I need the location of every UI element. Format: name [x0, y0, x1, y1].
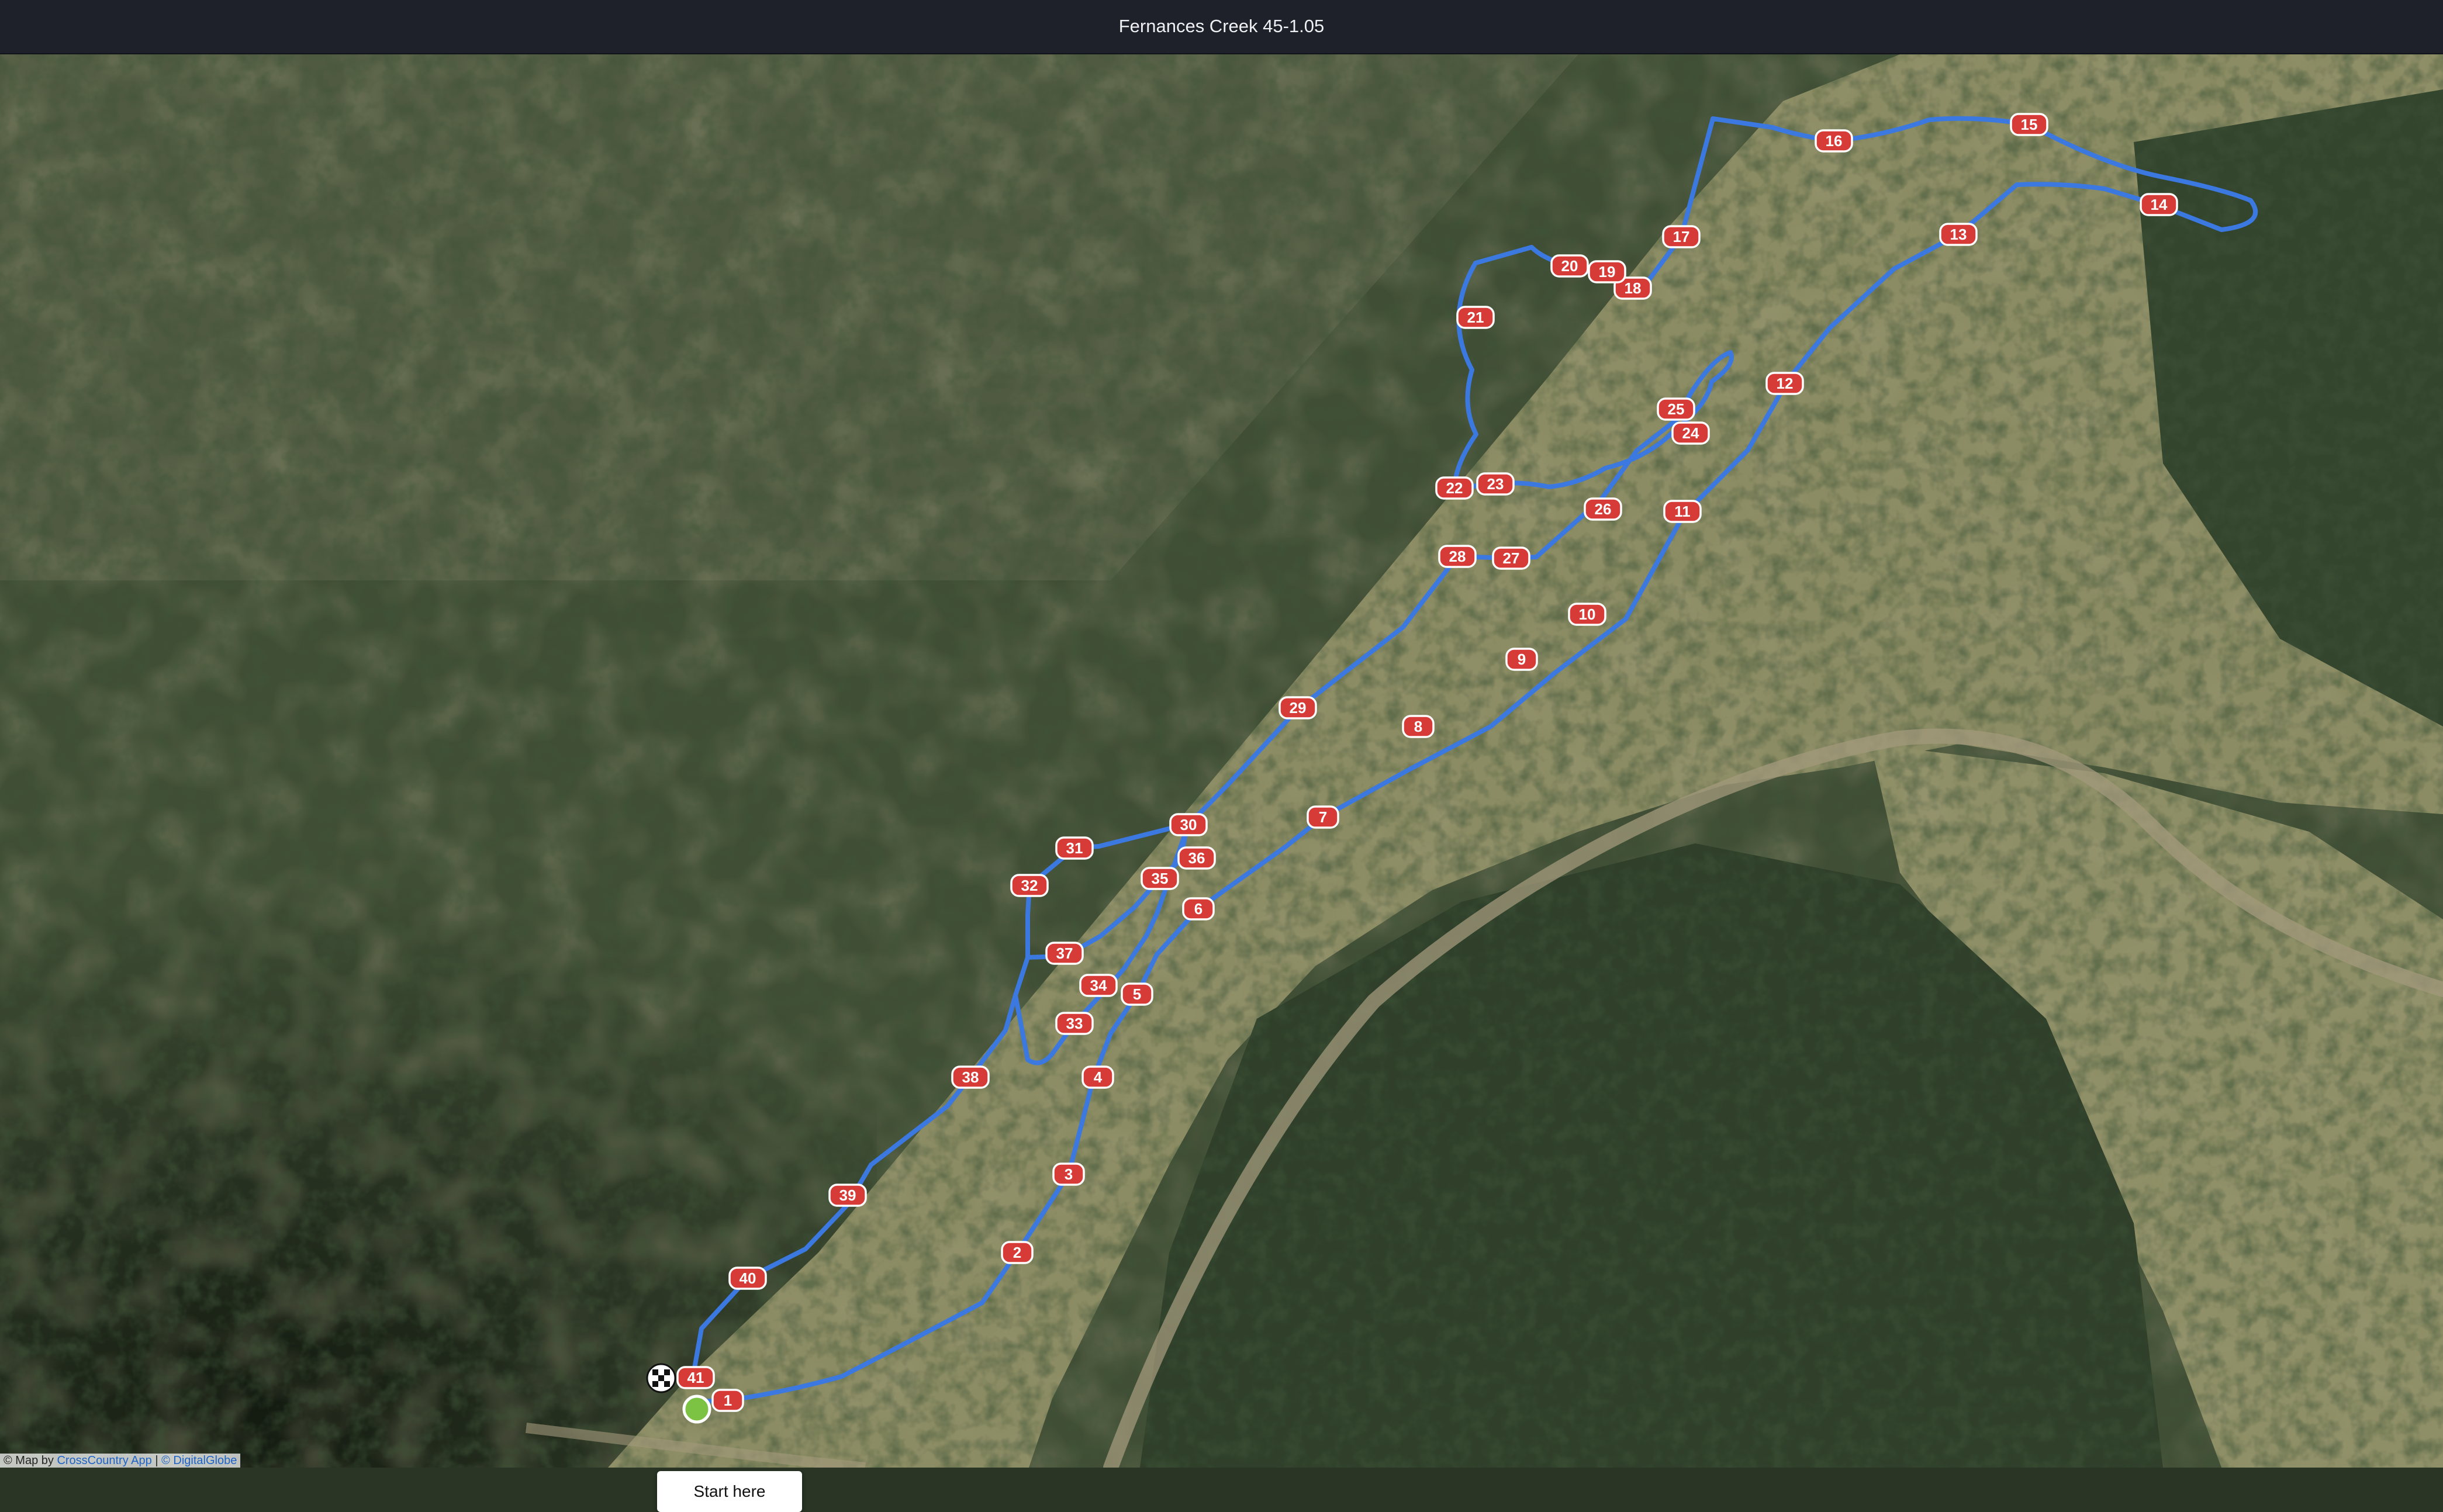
control-marker-label: 22: [1446, 479, 1463, 497]
satellite-map[interactable]: 1 2 3 4 5 6 7 8 9 10 11 12 13 14 15 16 17 18 19 20 21 22 23 24 2…: [0, 54, 2443, 1512]
control-marker-26[interactable]: 26: [1584, 497, 1622, 521]
control-marker-label: 36: [1188, 849, 1205, 867]
control-marker-1[interactable]: 1: [711, 1389, 744, 1412]
control-marker-label: 39: [839, 1186, 856, 1204]
control-marker-33[interactable]: 33: [1055, 1012, 1094, 1035]
control-marker-24[interactable]: 24: [1671, 421, 1710, 445]
control-marker-label: 27: [1503, 549, 1520, 567]
control-marker-7[interactable]: 7: [1307, 805, 1339, 829]
control-marker-22[interactable]: 22: [1435, 476, 1474, 500]
control-marker-label: 7: [1319, 808, 1327, 826]
control-marker-label: 1: [724, 1392, 732, 1409]
start-dot[interactable]: [682, 1395, 711, 1424]
control-marker-20[interactable]: 20: [1550, 254, 1589, 278]
control-marker-3[interactable]: 3: [1052, 1162, 1085, 1186]
control-marker-label: 15: [2021, 116, 2038, 133]
control-marker-label: 35: [1152, 870, 1169, 887]
control-marker-label: 33: [1066, 1015, 1083, 1032]
control-marker-label: 4: [1094, 1068, 1103, 1086]
control-marker-8[interactable]: 8: [1402, 715, 1435, 738]
control-marker-21[interactable]: 21: [1456, 306, 1495, 329]
control-marker-6[interactable]: 6: [1182, 897, 1215, 921]
control-marker-23[interactable]: 23: [1476, 472, 1515, 496]
page-title: Fernances Creek 45-1.05: [1118, 16, 1325, 36]
control-marker-label: 20: [1561, 257, 1578, 275]
digitalglobe-link[interactable]: © DigitalGlobe: [161, 1454, 237, 1467]
control-marker-11[interactable]: 11: [1663, 500, 1702, 523]
control-marker-label: 29: [1290, 699, 1307, 717]
attribution-separator: |: [155, 1454, 158, 1467]
control-marker-label: 23: [1487, 475, 1504, 493]
control-marker-2[interactable]: 2: [1001, 1241, 1034, 1264]
control-marker-label: 24: [1682, 424, 1699, 442]
control-marker-label: 14: [2151, 196, 2168, 213]
control-marker-41[interactable]: 41: [676, 1366, 715, 1389]
control-marker-label: 41: [687, 1369, 704, 1386]
checkered-flag-icon[interactable]: [646, 1363, 676, 1393]
control-marker-label: 13: [1950, 226, 1967, 243]
control-marker-label: 5: [1133, 985, 1141, 1003]
start-here-button[interactable]: Start here: [657, 1471, 802, 1512]
control-marker-12[interactable]: 12: [1765, 372, 1804, 395]
map-attribution: © Map by CrossCountry App | © DigitalGlo…: [0, 1454, 241, 1468]
control-marker-14[interactable]: 14: [2140, 193, 2178, 216]
control-marker-40[interactable]: 40: [728, 1267, 767, 1290]
control-marker-34[interactable]: 34: [1079, 974, 1118, 997]
control-marker-10[interactable]: 10: [1568, 603, 1606, 626]
control-marker-32[interactable]: 32: [1010, 874, 1049, 897]
attribution-prefix: © Map by: [4, 1454, 54, 1467]
control-marker-label: 10: [1579, 606, 1596, 623]
control-marker-27[interactable]: 27: [1492, 546, 1530, 570]
control-marker-label: 25: [1668, 400, 1685, 418]
control-marker-25[interactable]: 25: [1657, 397, 1695, 421]
control-marker-35[interactable]: 35: [1141, 867, 1179, 890]
control-marker-label: 30: [1180, 816, 1197, 833]
control-marker-13[interactable]: 13: [1939, 223, 1978, 246]
control-marker-label: 18: [1625, 279, 1642, 297]
control-marker-label: 2: [1013, 1244, 1021, 1261]
control-marker-label: 17: [1673, 228, 1690, 245]
control-marker-label: 31: [1066, 839, 1083, 857]
control-marker-37[interactable]: 37: [1045, 942, 1084, 965]
control-marker-label: 34: [1090, 977, 1107, 994]
control-marker-38[interactable]: 38: [951, 1065, 990, 1089]
control-marker-9[interactable]: 9: [1505, 648, 1538, 671]
control-marker-label: 11: [1674, 503, 1691, 520]
control-marker-label: 9: [1518, 651, 1526, 668]
control-marker-39[interactable]: 39: [828, 1184, 867, 1207]
control-marker-label: 6: [1194, 900, 1203, 918]
control-marker-label: 38: [962, 1068, 979, 1086]
control-marker-5[interactable]: 5: [1121, 982, 1153, 1006]
control-marker-label: 26: [1595, 500, 1612, 518]
control-marker-29[interactable]: 29: [1278, 696, 1317, 719]
control-marker-16[interactable]: 16: [1815, 129, 1853, 153]
control-marker-31[interactable]: 31: [1055, 836, 1094, 860]
control-marker-label: 32: [1021, 877, 1038, 894]
title-bar: Fernances Creek 45-1.05: [0, 0, 2443, 54]
control-marker-17[interactable]: 17: [1662, 225, 1701, 248]
crosscountry-app-link[interactable]: CrossCountry App: [57, 1454, 151, 1467]
control-marker-36[interactable]: 36: [1177, 846, 1216, 870]
control-marker-label: 21: [1467, 309, 1484, 326]
control-marker-28[interactable]: 28: [1438, 545, 1477, 568]
control-marker-19[interactable]: 19: [1588, 260, 1626, 283]
control-marker-label: 37: [1056, 944, 1073, 962]
control-marker-label: 16: [1826, 132, 1843, 150]
control-marker-4[interactable]: 4: [1081, 1065, 1114, 1089]
control-marker-30[interactable]: 30: [1169, 813, 1208, 836]
control-marker-label: 19: [1599, 263, 1616, 281]
control-marker-15[interactable]: 15: [2010, 113, 2048, 136]
control-marker-label: 3: [1065, 1165, 1073, 1183]
control-marker-label: 28: [1449, 548, 1466, 565]
control-marker-label: 8: [1414, 718, 1422, 735]
control-marker-label: 12: [1777, 375, 1794, 392]
control-marker-label: 40: [740, 1269, 756, 1287]
